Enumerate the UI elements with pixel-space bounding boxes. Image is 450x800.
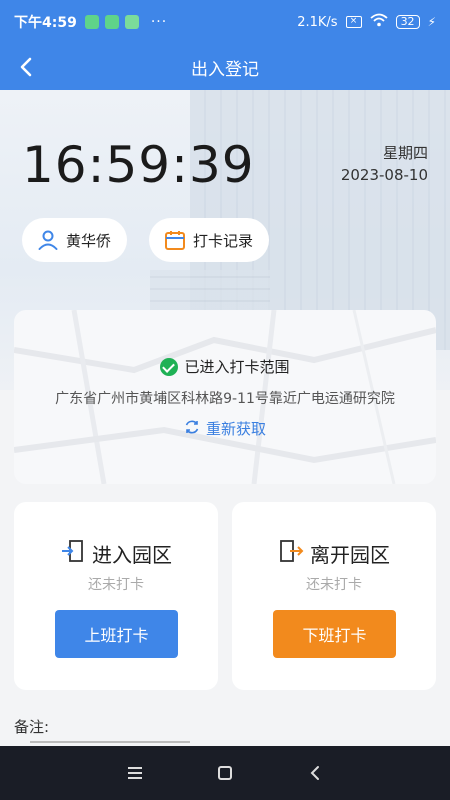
leave-park-card: 离开园区 还未打卡 下班打卡	[232, 502, 436, 690]
user-icon	[36, 228, 60, 252]
status-time: 下午4:59	[14, 15, 77, 31]
more-dots: ···	[150, 14, 168, 30]
user-name: 黄华侨	[66, 231, 112, 250]
leave-park-label: 离开园区	[310, 543, 390, 567]
refresh-label: 重新获取	[205, 420, 266, 438]
net-speed: 2.1K/s	[297, 14, 338, 30]
location-card: 已进入打卡范围 广东省广州市黄埔区科林路9-11号靠近广电运通研究院 重新获取	[14, 310, 436, 484]
enter-park-title: 进入园区	[14, 538, 218, 569]
weekday: 星期四	[382, 144, 428, 162]
back-icon[interactable]	[14, 54, 40, 80]
enter-park-card: 进入园区 还未打卡 上班打卡	[14, 502, 218, 690]
refresh-location-button[interactable]: 重新获取	[14, 418, 436, 439]
shield-icon	[84, 15, 99, 29]
enter-park-label: 进入园区	[92, 543, 172, 567]
punch-record-label: 打卡记录	[193, 231, 254, 250]
status-bar: 下午4:59 ··· 2.1K/s × 32 ⚡	[0, 0, 450, 44]
remark-label: 备注:	[14, 718, 50, 736]
nav-bar: 出入登记	[0, 44, 450, 90]
punch-record-button[interactable]: 打卡记录	[149, 218, 270, 262]
refresh-icon	[184, 419, 200, 439]
location-address: 广东省广州市黄埔区科林路9-11号靠近广电运通研究院	[55, 391, 395, 407]
back-nav-icon[interactable]	[303, 761, 327, 785]
page-title: 出入登记	[191, 59, 259, 80]
location-status-label: 已进入打卡范围	[184, 358, 290, 376]
home-icon[interactable]	[213, 761, 237, 785]
clock-out-button[interactable]: 下班打卡	[273, 610, 396, 658]
leave-park-status: 还未打卡	[306, 577, 362, 593]
status-right: 2.1K/s × 32 ⚡	[297, 13, 436, 31]
user-chip[interactable]: 黄华侨	[22, 218, 128, 262]
remark-text-cut-off	[30, 738, 190, 746]
wifi-icon	[369, 13, 388, 31]
menu-icon[interactable]	[123, 761, 147, 785]
shield-icon	[104, 15, 119, 29]
system-nav-bar	[0, 746, 450, 800]
app-notification-icon	[124, 15, 139, 29]
date: 2023-08-10	[340, 166, 428, 184]
exit-door-icon	[278, 538, 304, 569]
location-status: 已进入打卡范围	[14, 356, 436, 377]
sim-off-icon: ×	[345, 16, 362, 28]
charging-icon: ⚡	[427, 15, 436, 29]
battery-icon: 32	[395, 15, 420, 29]
leave-park-title: 离开园区	[232, 538, 436, 569]
calendar-icon	[163, 228, 187, 252]
clock-in-button[interactable]: 上班打卡	[55, 610, 178, 658]
status-app-icons: ···	[84, 14, 168, 30]
enter-park-status: 还未打卡	[88, 577, 144, 593]
enter-door-icon	[60, 538, 86, 569]
clock-time: 16:59:39	[22, 136, 255, 194]
check-circle-icon	[160, 357, 179, 376]
